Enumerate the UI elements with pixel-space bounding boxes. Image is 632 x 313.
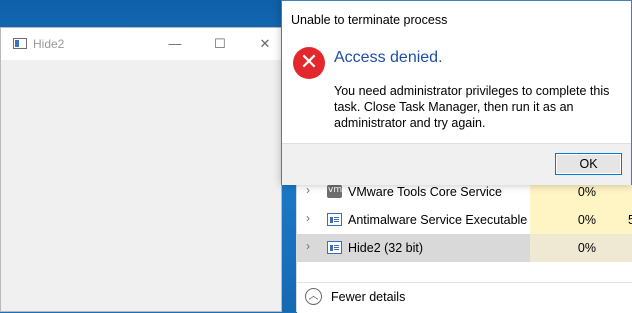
error-icon: ✕: [293, 47, 325, 79]
extra-value: 5: [628, 213, 632, 227]
cpu-cell: 0%: [530, 206, 600, 234]
process-name: Hide2 (32 bit): [348, 241, 424, 255]
hide2-window[interactable]: Hide2 — ☐ ✕: [0, 27, 282, 312]
cpu-value: 0%: [577, 213, 596, 227]
main-instruction: Access denied.: [334, 49, 443, 66]
app-window-icon: [13, 38, 27, 49]
cpu-value: 0%: [577, 185, 596, 199]
process-row[interactable]: › Antimalware Service Executable 0% 5: [297, 206, 632, 234]
task-manager-process-list: › VMware Tools Core Service 0% › Antimal…: [296, 178, 632, 313]
ok-button[interactable]: OK: [555, 153, 622, 175]
close-button[interactable]: ✕: [255, 34, 275, 54]
process-row-selected[interactable]: › Hide2 (32 bit) 0%: [297, 234, 632, 262]
app-window-icon: [327, 241, 342, 254]
chevron-right-icon[interactable]: ›: [306, 183, 310, 197]
dialog-content: You need administrator privileges to com…: [334, 84, 610, 130]
fewer-details-link[interactable]: Fewer details: [331, 290, 405, 304]
chevron-right-icon[interactable]: ›: [306, 239, 310, 253]
minimize-button[interactable]: —: [165, 34, 185, 54]
hide2-window-title: Hide2: [33, 37, 65, 51]
dialog-footer: OK: [282, 143, 631, 185]
app-window-icon: [327, 213, 342, 226]
error-dialog: Unable to terminate process ✕ Access den…: [281, 0, 632, 185]
maximize-button[interactable]: ☐: [210, 34, 230, 54]
process-name: Antimalware Service Executable: [348, 213, 528, 227]
extra-cell: 5: [600, 206, 632, 234]
chevron-right-icon[interactable]: ›: [306, 211, 310, 225]
chevron-up-icon[interactable]: ︿: [305, 288, 322, 305]
dialog-title: Unable to terminate process: [291, 13, 448, 27]
hide2-titlebar[interactable]: Hide2 — ☐ ✕: [1, 28, 281, 60]
cpu-cell: 0%: [530, 234, 600, 262]
task-manager-footer: ︿ Fewer details: [297, 282, 632, 313]
vmware-icon: [327, 185, 342, 198]
extra-cell: [600, 234, 632, 262]
cpu-value: 0%: [577, 241, 596, 255]
process-name: VMware Tools Core Service: [348, 185, 502, 199]
